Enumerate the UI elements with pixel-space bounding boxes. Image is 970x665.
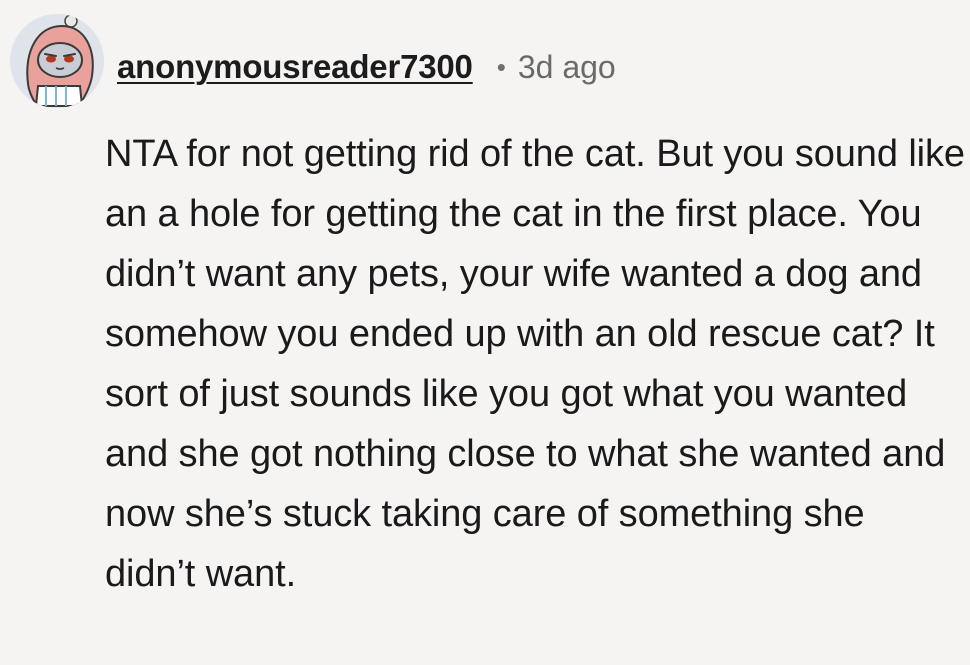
username-link[interactable]: anonymousreader7300 xyxy=(117,48,473,86)
comment-body: NTA for not getting rid of the cat. But … xyxy=(105,133,965,595)
comment: anonymousreader7300 • 3d ago NTA for not… xyxy=(0,0,970,665)
separator-dot: • xyxy=(496,51,506,82)
avatar-illustration xyxy=(10,14,104,108)
comment-header: anonymousreader7300 • 3d ago xyxy=(117,44,616,90)
timestamp[interactable]: 3d ago xyxy=(518,49,616,86)
snoo-avatar-icon[interactable] xyxy=(10,14,104,108)
